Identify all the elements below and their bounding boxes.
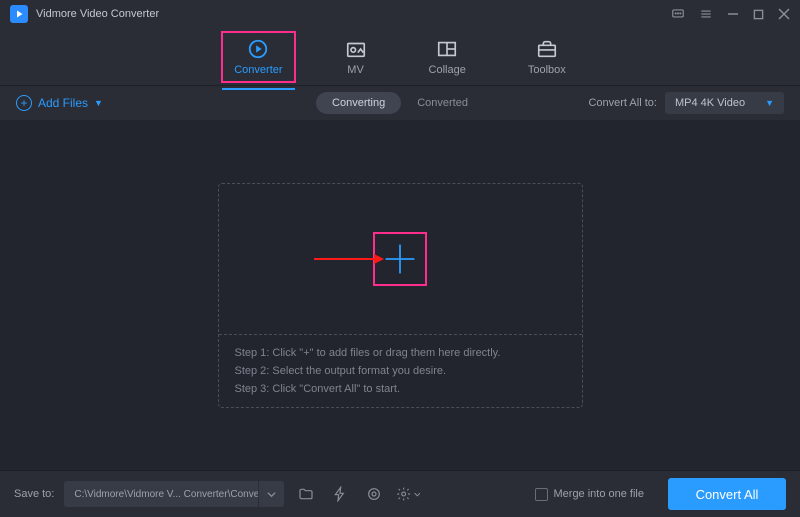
chevron-down-icon[interactable] bbox=[258, 481, 284, 507]
titlebar: Vidmore Video Converter bbox=[0, 0, 800, 28]
convert-all-to-label: Convert All to: bbox=[588, 97, 656, 109]
open-folder-icon[interactable] bbox=[294, 482, 318, 506]
settings-icon[interactable] bbox=[396, 482, 420, 506]
main-tabs: Converter MV Collage Toolbox bbox=[0, 28, 800, 86]
close-icon[interactable] bbox=[778, 8, 790, 20]
tab-mv[interactable]: MV bbox=[333, 32, 379, 82]
collage-icon bbox=[436, 38, 458, 60]
menu-icon[interactable] bbox=[699, 7, 713, 21]
maximize-icon[interactable] bbox=[753, 9, 764, 20]
tab-converting[interactable]: Converting bbox=[316, 92, 401, 114]
checkbox-icon bbox=[535, 488, 548, 501]
converter-icon bbox=[247, 38, 269, 60]
save-to-label: Save to: bbox=[14, 488, 54, 500]
toolbox-icon bbox=[536, 38, 558, 60]
tab-converted[interactable]: Converted bbox=[401, 92, 484, 114]
minimize-icon[interactable] bbox=[727, 8, 739, 20]
dropzone-top bbox=[219, 184, 582, 334]
dropzone[interactable]: Step 1: Click "+" to add files or drag t… bbox=[218, 183, 583, 408]
convert-all-button[interactable]: Convert All bbox=[668, 478, 786, 510]
plus-circle-icon: + bbox=[16, 95, 32, 111]
dropzone-instructions: Step 1: Click "+" to add files or drag t… bbox=[219, 334, 582, 407]
tab-converter[interactable]: Converter bbox=[222, 32, 294, 82]
arrow-annotation bbox=[314, 252, 384, 266]
app-logo bbox=[10, 5, 28, 23]
app-title: Vidmore Video Converter bbox=[36, 8, 159, 20]
footer-bar: Save to: C:\Vidmore\Vidmore V... Convert… bbox=[0, 470, 800, 517]
tab-toolbox[interactable]: Toolbox bbox=[516, 32, 578, 82]
sub-toolbar: + Add Files ▼ Converting Converted Conve… bbox=[0, 86, 800, 120]
high-speed-icon[interactable] bbox=[362, 482, 386, 506]
add-files-button[interactable]: + Add Files ▼ bbox=[16, 95, 103, 111]
plus-icon bbox=[382, 241, 418, 277]
merge-checkbox[interactable]: Merge into one file bbox=[535, 488, 645, 501]
hardware-accel-icon[interactable] bbox=[328, 482, 352, 506]
feedback-icon[interactable] bbox=[671, 7, 685, 21]
step-2: Step 2: Select the output format you des… bbox=[235, 365, 566, 377]
save-path-field[interactable]: C:\Vidmore\Vidmore V... Converter\Conver… bbox=[64, 481, 284, 507]
mv-icon bbox=[345, 38, 367, 60]
step-3: Step 3: Click "Convert All" to start. bbox=[235, 383, 566, 395]
chevron-down-icon: ▼ bbox=[765, 98, 774, 108]
step-1: Step 1: Click "+" to add files or drag t… bbox=[235, 347, 566, 359]
output-format-select[interactable]: MP4 4K Video ▼ bbox=[665, 92, 784, 114]
chevron-down-icon: ▼ bbox=[94, 98, 103, 108]
tab-collage[interactable]: Collage bbox=[417, 32, 478, 82]
content-area: Step 1: Click "+" to add files or drag t… bbox=[0, 120, 800, 470]
